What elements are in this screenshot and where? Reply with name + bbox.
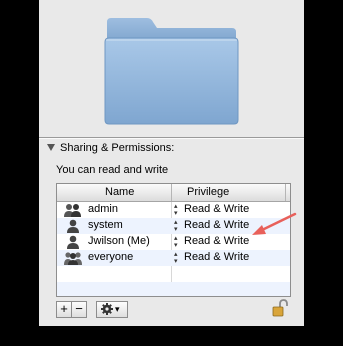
action-menu-button[interactable]: ▾ bbox=[96, 301, 128, 318]
disclosure-triangle-icon[interactable] bbox=[47, 144, 55, 151]
table-row-empty bbox=[57, 266, 290, 282]
permissions-table: Name Privilege admin ▴ ▾ Read & Write sys… bbox=[56, 183, 291, 297]
privilege-stepper-icon[interactable]: ▴ ▾ bbox=[174, 203, 178, 217]
column-header-name[interactable]: Name bbox=[105, 186, 134, 198]
row-name: system bbox=[88, 219, 123, 231]
table-row[interactable]: admin ▴ ▾ Read & Write bbox=[57, 202, 290, 218]
everyone-icon bbox=[64, 252, 82, 265]
remove-button[interactable]: − bbox=[71, 301, 87, 318]
privilege-popup[interactable]: Read & Write bbox=[184, 235, 249, 247]
row-name: everyone bbox=[88, 251, 134, 263]
user-icon bbox=[67, 235, 79, 249]
section-title: Sharing & Permissions: bbox=[60, 142, 175, 154]
chevron-down-icon: ▾ bbox=[115, 304, 120, 314]
add-button[interactable]: + bbox=[56, 301, 72, 318]
column-header-privilege[interactable]: Privilege bbox=[187, 186, 229, 198]
privilege-popup[interactable]: Read & Write bbox=[184, 251, 249, 263]
privilege-popup[interactable]: Read & Write bbox=[184, 203, 249, 215]
divider bbox=[39, 138, 304, 139]
row-name: Jwilson (Me) bbox=[88, 235, 150, 247]
column-divider bbox=[285, 184, 286, 201]
group-icon bbox=[64, 204, 81, 217]
gear-icon bbox=[101, 303, 113, 315]
table-row[interactable]: everyone ▴ ▾ Read & Write bbox=[57, 250, 290, 266]
user-icon bbox=[67, 219, 79, 233]
column-divider bbox=[171, 184, 172, 201]
privilege-popup[interactable]: Read & Write bbox=[184, 219, 249, 231]
privilege-stepper-icon[interactable]: ▴ ▾ bbox=[174, 235, 178, 249]
table-row[interactable]: system ▴ ▾ Read & Write bbox=[57, 218, 290, 234]
table-header: Name Privilege bbox=[57, 184, 290, 202]
lock-icon[interactable] bbox=[272, 299, 288, 317]
row-name: admin bbox=[88, 203, 118, 215]
privilege-stepper-icon[interactable]: ▴ ▾ bbox=[174, 219, 178, 233]
table-row-empty bbox=[57, 282, 290, 296]
info-panel: Sharing & Permissions: You can read and … bbox=[39, 0, 304, 326]
table-row[interactable]: Jwilson (Me) ▴ ▾ Read & Write bbox=[57, 234, 290, 250]
privilege-stepper-icon[interactable]: ▴ ▾ bbox=[174, 251, 178, 265]
access-status-text: You can read and write bbox=[56, 164, 169, 176]
folder-icon bbox=[104, 18, 239, 125]
